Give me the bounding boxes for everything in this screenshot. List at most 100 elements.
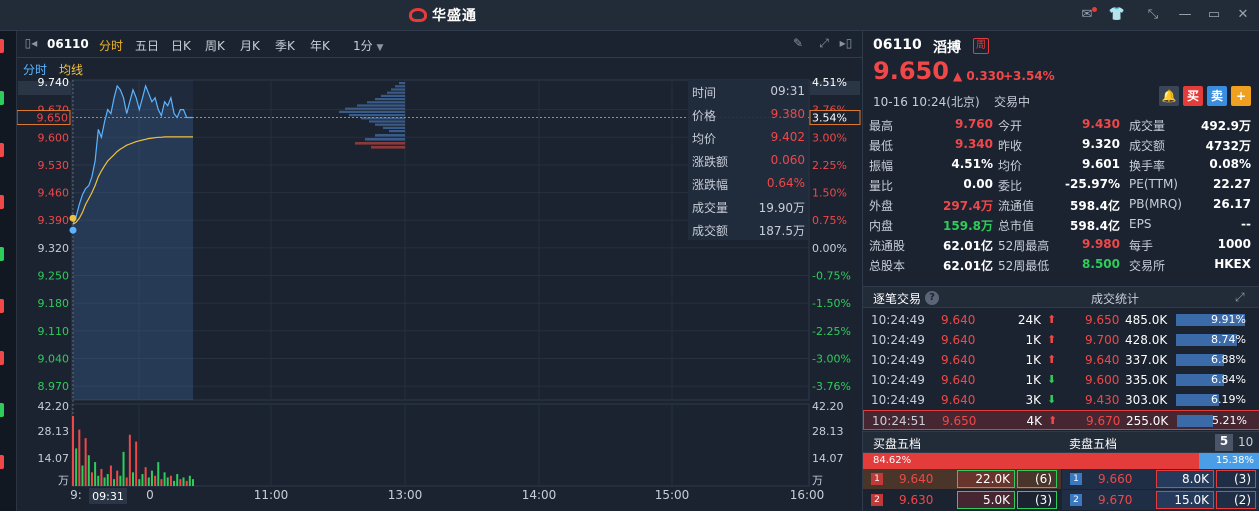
stat-item: 委比 -25.97% [998,175,1120,195]
y-tick-label: 9.390 [38,214,70,227]
stat-value: 9.320 [1082,137,1120,151]
tooltip-row: 成交量 19.90万 [688,196,808,218]
shirt-icon[interactable]: 👕 [1106,5,1128,25]
stat-price: 9.650 [1085,313,1120,327]
tick-row[interactable]: 10:24:49 9.640 1K ⬇ 9.600 335.0K 6.84% [863,370,1259,390]
period-tab-timeshare[interactable]: 分时 [99,37,123,54]
stat-item: 成交额 4732万 [1129,135,1251,155]
stat-value: 0.00 [963,177,993,191]
volume-bar [122,451,125,486]
bid-title: 买盘五档 [873,437,922,451]
tick-row[interactable]: 10:24:49 9.640 1K ⬆ 9.640 337.0K 6.88% [863,350,1259,370]
strip-marker [0,299,4,313]
volume-bar [182,477,185,486]
stat-value: 9.430 [1082,117,1120,131]
period-tab-5day[interactable]: 五日 [135,37,159,54]
buy-button[interactable]: 买 [1183,86,1203,106]
tooltip-value: 9.402 [770,130,805,144]
y-pct-tick-label: 3.00% [812,131,847,144]
stat-value: 8.500 [1082,257,1120,271]
close-icon[interactable]: ✕ [1232,5,1254,25]
subtab-avg-line[interactable]: 均线 [59,61,83,78]
stat-value: 26.17 [1213,197,1251,211]
mail-icon[interactable]: ✉ [1076,5,1098,25]
app-title: 华盛通 [432,8,477,24]
stat-price: 9.640 [1085,353,1120,367]
depth-bar [387,91,405,94]
minute-select[interactable]: 1分 ▼ [353,37,383,54]
stat-label: 内盘 [869,219,894,233]
stat-item: 52周最高 9.980 [998,235,1120,255]
y-tick-label: 9.040 [38,353,70,366]
period-tab-day[interactable]: 日K [171,37,191,54]
stat-item: 总股本 62.01亿 [869,255,993,275]
minimize-icon[interactable]: — [1174,5,1196,25]
expand-icon[interactable]: ⤢ [816,36,832,51]
tooltip-row: 时间 09:31 [688,81,808,103]
stat-item: 交易所 HKEX [1129,255,1251,275]
period-tab-year[interactable]: 年K [310,37,330,54]
pen-icon[interactable]: ✎ [790,36,806,50]
tick-row[interactable]: 10:24:49 9.640 24K ⬆ 9.650 485.0K 9.91% [863,310,1259,330]
tick-row[interactable]: 10:24:49 9.640 1K ⬆ 9.700 428.0K 8.74% [863,330,1259,350]
strip-marker [0,195,4,209]
bid-volume: 22.0K [957,470,1015,488]
stat-item: 每手 1000 [1129,235,1251,255]
subtab-timeshare[interactable]: 分时 [23,61,47,78]
shrink-icon[interactable]: ⤡ [1142,5,1164,25]
tooltip-key: 涨跌额 [692,155,729,169]
depth-bar [355,142,405,145]
period-tab-quarter[interactable]: 季K [275,37,295,54]
ask-title: 卖盘五档 [1069,437,1118,451]
tick-row[interactable]: 10:24:51 9.650 4K ⬆ 9.670 255.0K 5.21% [863,410,1259,430]
stat-item: 振幅 4.51% [869,155,993,175]
stock-name: 滔搏 [933,40,961,56]
tooltip-row: 均价 9.402 [688,127,808,149]
add-watchlist-button[interactable]: + [1231,86,1251,106]
stat-value: 492.9万 [1201,119,1251,133]
help-icon[interactable]: ? [925,291,939,305]
stat-value: -- [1241,217,1251,231]
period-tab-week[interactable]: 周K [205,37,225,54]
stat-item: 流通值 598.4亿 [998,195,1120,215]
strip-marker [0,351,4,365]
bid-order-count: (3) [1017,491,1057,509]
ask-level-row[interactable]: 1 9.660 8.0K (3) [1062,469,1259,489]
expand-section-icon[interactable]: ⤢ [1235,290,1245,305]
y-tick-label: 9.740 [38,78,70,89]
depth-10-button[interactable]: 10 [1238,435,1253,449]
ask-level-row[interactable]: 2 9.670 15.0K (2) [1062,490,1259,510]
bell-icon[interactable]: 🔔 [1159,86,1179,106]
stat-label: 换手率 [1129,159,1166,173]
bid-level-row[interactable]: 1 9.640 22.0K (6) [863,469,1061,489]
stat-volume: 255.0K [1126,414,1169,428]
volume-bar [87,455,90,486]
period-tab-month[interactable]: 月K [240,37,260,54]
tooltip-row: 价格 9.380 [688,104,808,126]
stat-volume: 335.0K [1125,373,1168,387]
sell-button[interactable]: 卖 [1207,86,1227,106]
depth-bar [375,134,405,137]
panel-toggle-icon[interactable]: ▯◂ [23,36,39,50]
stat-item: EPS -- [1129,215,1251,235]
tooltip-key: 涨跌幅 [692,178,729,192]
bid-level-row[interactable]: 2 9.630 5.0K (3) [863,490,1061,510]
tick-row[interactable]: 10:24:49 9.640 3K ⬇ 9.430 303.0K 6.19% [863,390,1259,410]
depth-5-button[interactable]: 5 [1215,434,1233,451]
last-price: 9.650 [873,57,949,85]
sidebar-icon[interactable]: ▸▯ [838,36,854,50]
stat-percent: 6.84% [1211,373,1246,386]
stat-item: 量比 0.00 [869,175,993,195]
watchlist-strip[interactable] [0,31,17,511]
depth-bar [375,98,405,101]
volume-bar [119,475,122,486]
stat-label: 最低 [869,139,894,153]
stat-price: 9.600 [1085,373,1120,387]
stat-label: 外盘 [869,199,894,213]
maximize-icon[interactable]: ▭ [1203,5,1225,25]
quote-datetime: 10-16 10:24(北京) [873,95,980,109]
stats-title[interactable]: 成交统计 [1091,290,1139,307]
chart-toolbar: ▯◂ 06110 分时 五日 日K 周K 月K 季K 年K 1分 ▼ ✎ ⤢ ▸… [17,31,862,58]
tooltip-row: 涨跌幅 0.64% [688,173,808,195]
ticks-title[interactable]: 逐笔交易 [873,290,921,307]
